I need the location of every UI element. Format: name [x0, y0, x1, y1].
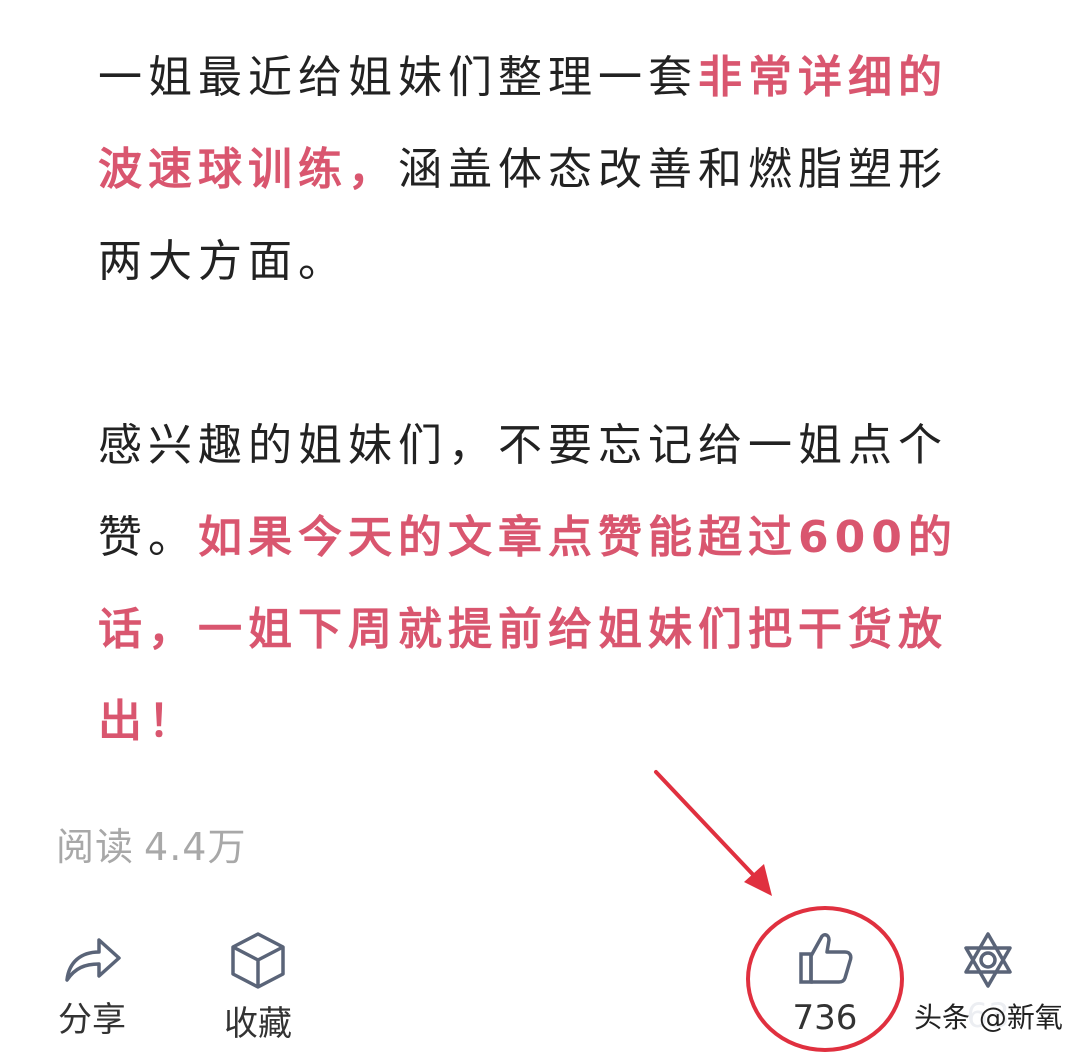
read-count: 阅读 4.4万	[56, 816, 246, 871]
collect-button[interactable]: 收藏	[216, 930, 300, 1045]
read-count-value: 4.4万	[144, 825, 247, 869]
share-arrow-icon	[65, 938, 121, 982]
share-label: 分享	[58, 1000, 126, 1040]
share-button[interactable]: 分享	[52, 930, 132, 1041]
para1-text-1: 一姐最近给姐妹们整理一套	[98, 52, 698, 103]
collect-label: 收藏	[224, 1004, 292, 1044]
article-paragraph-2: 感兴趣的姐妹们，不要忘记给一姐点个赞。如果今天的文章点赞能超过600的话，一姐下…	[98, 400, 988, 768]
article-paragraph-1: 一姐最近给姐妹们整理一套非常详细的波速球训练，涵盖体态改善和燃脂塑形两大方面。	[98, 32, 988, 308]
watermark: 头条 @新氧	[910, 996, 1067, 1036]
para2-highlight: 如果今天的文章点赞能超过600的话，一姐下周就提前给姐妹们把干货放出！	[98, 512, 958, 747]
hexagram-icon	[964, 932, 1012, 988]
annotation-circle	[746, 906, 904, 1052]
article-body: 一姐最近给姐妹们整理一套非常详细的波速球训练，涵盖体态改善和燃脂塑形两大方面。 …	[98, 32, 988, 768]
cube-icon	[231, 932, 285, 989]
read-count-label: 阅读	[56, 825, 135, 869]
